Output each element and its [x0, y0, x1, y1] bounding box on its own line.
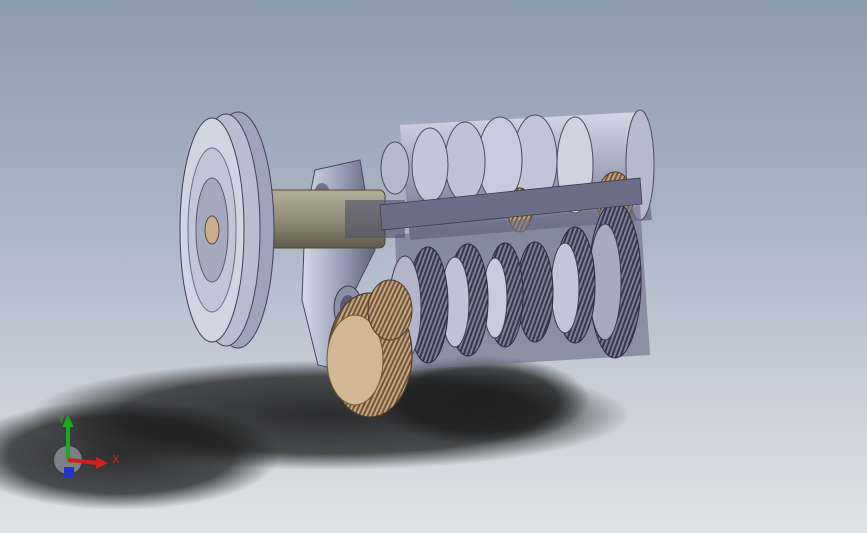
y-axis-label: Y: [58, 413, 65, 426]
axis-triad: Y X: [40, 405, 130, 495]
x-axis-head: [96, 457, 108, 469]
cad-viewport[interactable]: Y X: [0, 0, 867, 533]
gearbox-model[interactable]: [0, 0, 867, 533]
z-axis-arrow: [64, 467, 74, 477]
pulley-flywheel[interactable]: [179, 111, 275, 349]
x-axis-label: X: [112, 453, 120, 466]
